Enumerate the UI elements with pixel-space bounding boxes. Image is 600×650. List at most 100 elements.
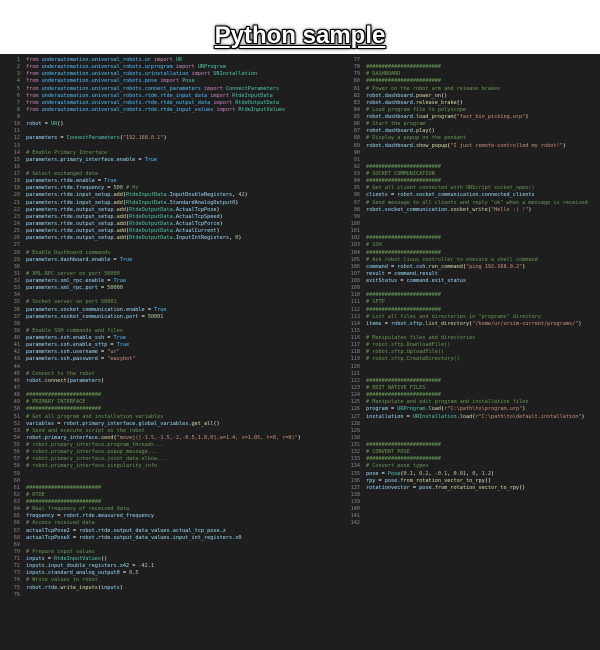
code-line: 67 actualTcpPose2 = robot.rtde.output_dat… — [0, 528, 340, 535]
code-line: 4 from underautomation.universal_robots.p… — [0, 78, 340, 85]
code-token: write_inputs — [60, 584, 98, 591]
code-line: 129 — [340, 428, 600, 435]
code-line: 66 # Access received data — [0, 520, 340, 527]
line-number: 116 — [350, 335, 360, 342]
code-token: robot — [26, 121, 45, 128]
code-line: 77 — [340, 57, 600, 64]
code-token: "ur" — [107, 349, 120, 356]
code-line: 119 # robot.sftp.CreateDirectory() — [340, 356, 600, 363]
line-number: 78 — [353, 64, 360, 71]
line-number: 118 — [350, 349, 360, 356]
code-text: ######################## — [366, 442, 441, 448]
code-text: robot.dashboard.power_on() — [366, 93, 447, 99]
line-number: 68 — [13, 534, 20, 541]
code-text: from underautomation.universal_robots.rt… — [26, 107, 285, 113]
code-line: 74 # Write values to robot — [0, 577, 340, 584]
code-token: pose. — [384, 477, 401, 484]
code-text: ######################## — [366, 250, 441, 256]
line-number: 114 — [350, 320, 360, 327]
code-line: 95 # Get all client connected with URScri… — [340, 185, 600, 192]
line-number: 44 — [13, 363, 20, 370]
line-number: 35 — [13, 299, 20, 306]
code-text: parameters.rtde.output_setup.add(RtdeOut… — [26, 228, 220, 234]
line-number: 92 — [353, 163, 360, 170]
code-token: RtdeOutputData — [129, 235, 173, 242]
code-token: command — [366, 263, 391, 270]
line-number: 47 — [13, 384, 20, 391]
code-token: release_brake — [415, 99, 457, 106]
code-text: from underautomation.universal_robots.po… — [26, 78, 195, 84]
code-token: 50001 — [147, 313, 164, 320]
code-token: parameters.rtde.input_setup. — [26, 199, 114, 206]
code-line: 9 — [0, 114, 340, 121]
code-line: 34 — [0, 292, 340, 299]
code-token: # robot.sftp.DownloadFile() — [366, 342, 451, 349]
code-token: underautomation.universal_robots.rtde.rt… — [41, 106, 217, 113]
code-line: 120 — [340, 364, 600, 371]
code-token: robot.rtde. — [26, 584, 61, 591]
code-token: ) — [235, 199, 239, 206]
code-token: () — [440, 92, 448, 99]
line-number: 21 — [13, 199, 20, 206]
code-line: 32 parameters.xml_rpc.enable = True — [0, 278, 340, 285]
code-token: () — [100, 556, 108, 563]
code-token: exitStatus — [366, 278, 401, 285]
code-line: 80 ######################## — [340, 78, 600, 85]
code-token: # robot.sftp.UploadFile() — [366, 349, 445, 356]
code-token: # Start the program — [366, 121, 426, 128]
code-token: ) — [219, 220, 223, 227]
code-line: 75 robot.rtde.write_inputs(inputs) — [0, 585, 340, 592]
code-line: 56 # robot.primary_interface.popup_messag… — [0, 449, 340, 456]
code-line: 79 # DASHBOARD — [340, 71, 600, 78]
code-token: "easybot" — [107, 356, 136, 363]
code-text: # Manipulates files and directories — [366, 335, 475, 341]
line-number: 23 — [13, 213, 20, 220]
code-token: ) — [522, 406, 526, 413]
code-token: ######################## — [366, 456, 441, 463]
code-line: 100 — [340, 221, 600, 228]
line-number: 1 — [16, 57, 20, 63]
line-number: 71 — [13, 556, 20, 563]
code-token: robot.rtde.measured_frequency — [63, 513, 155, 520]
line-number: 39 — [13, 327, 20, 334]
code-text: # robot.primary_interface.joint_data.elb… — [26, 456, 167, 462]
line-number: 125 — [350, 399, 360, 406]
code-text: # SFTP — [366, 299, 385, 305]
code-line: 91 — [340, 157, 600, 164]
code-text: parameters.rtde.input_setup.add(RtdeInpu… — [26, 200, 238, 206]
line-number: 12 — [13, 135, 20, 142]
code-text: actualTcpPoseX = robot.rtde.output_data_… — [26, 535, 242, 541]
code-line: 51 # Get all program and installation var… — [0, 414, 340, 421]
code-token: parameters.ssh.username — [26, 349, 101, 356]
code-token: RtdeOutputData — [129, 213, 173, 220]
line-number: 61 — [13, 484, 20, 491]
code-text: robot.dashboard.play() — [366, 128, 435, 134]
code-line: 21 parameters.rtde.input_setup.add(RtdeIn… — [0, 200, 340, 207]
code-token: list_directory — [425, 320, 470, 327]
code-token: # PRIMARY INTERFACE — [26, 399, 86, 406]
line-number: 119 — [350, 356, 360, 363]
code-text: from underautomation.universal_robots.rt… — [26, 93, 273, 99]
code-line: 133 ######################## — [340, 456, 600, 463]
code-line: 69 — [0, 542, 340, 549]
code-token: add — [113, 199, 123, 206]
code-token: # Convert pose types — [366, 463, 429, 470]
code-line: 108 exitStatus = command.exit_status — [340, 278, 600, 285]
code-text: # Display a popup on the pendant — [366, 135, 466, 141]
code-token: robot.rtde.output_data_values.actual_tcp… — [79, 527, 226, 534]
code-token: # Send and execute script on the robot — [26, 427, 145, 434]
code-line: 98 robot.socket_communication.socket_writ… — [340, 207, 600, 214]
code-token: robot. — [26, 377, 45, 384]
code-token: ######################## — [366, 178, 441, 185]
code-line: 11 — [0, 128, 340, 135]
code-token: # SSH — [366, 242, 382, 249]
code-line: 28 # Enable Dashboard commands — [0, 250, 340, 257]
code-text: # robot.primary_interface.program_thread… — [26, 442, 163, 448]
code-text: program = URProgram.load(r"C:\path\to\pr… — [366, 406, 525, 412]
code-token: load_program — [415, 114, 454, 121]
code-line: 46 robot.connect(parameters) — [0, 378, 340, 385]
line-number: 24 — [13, 220, 20, 227]
code-line: 58 # robot.primary_interface.singularity_… — [0, 463, 340, 470]
code-token: ######################## — [366, 78, 441, 85]
line-number: 28 — [13, 249, 20, 256]
